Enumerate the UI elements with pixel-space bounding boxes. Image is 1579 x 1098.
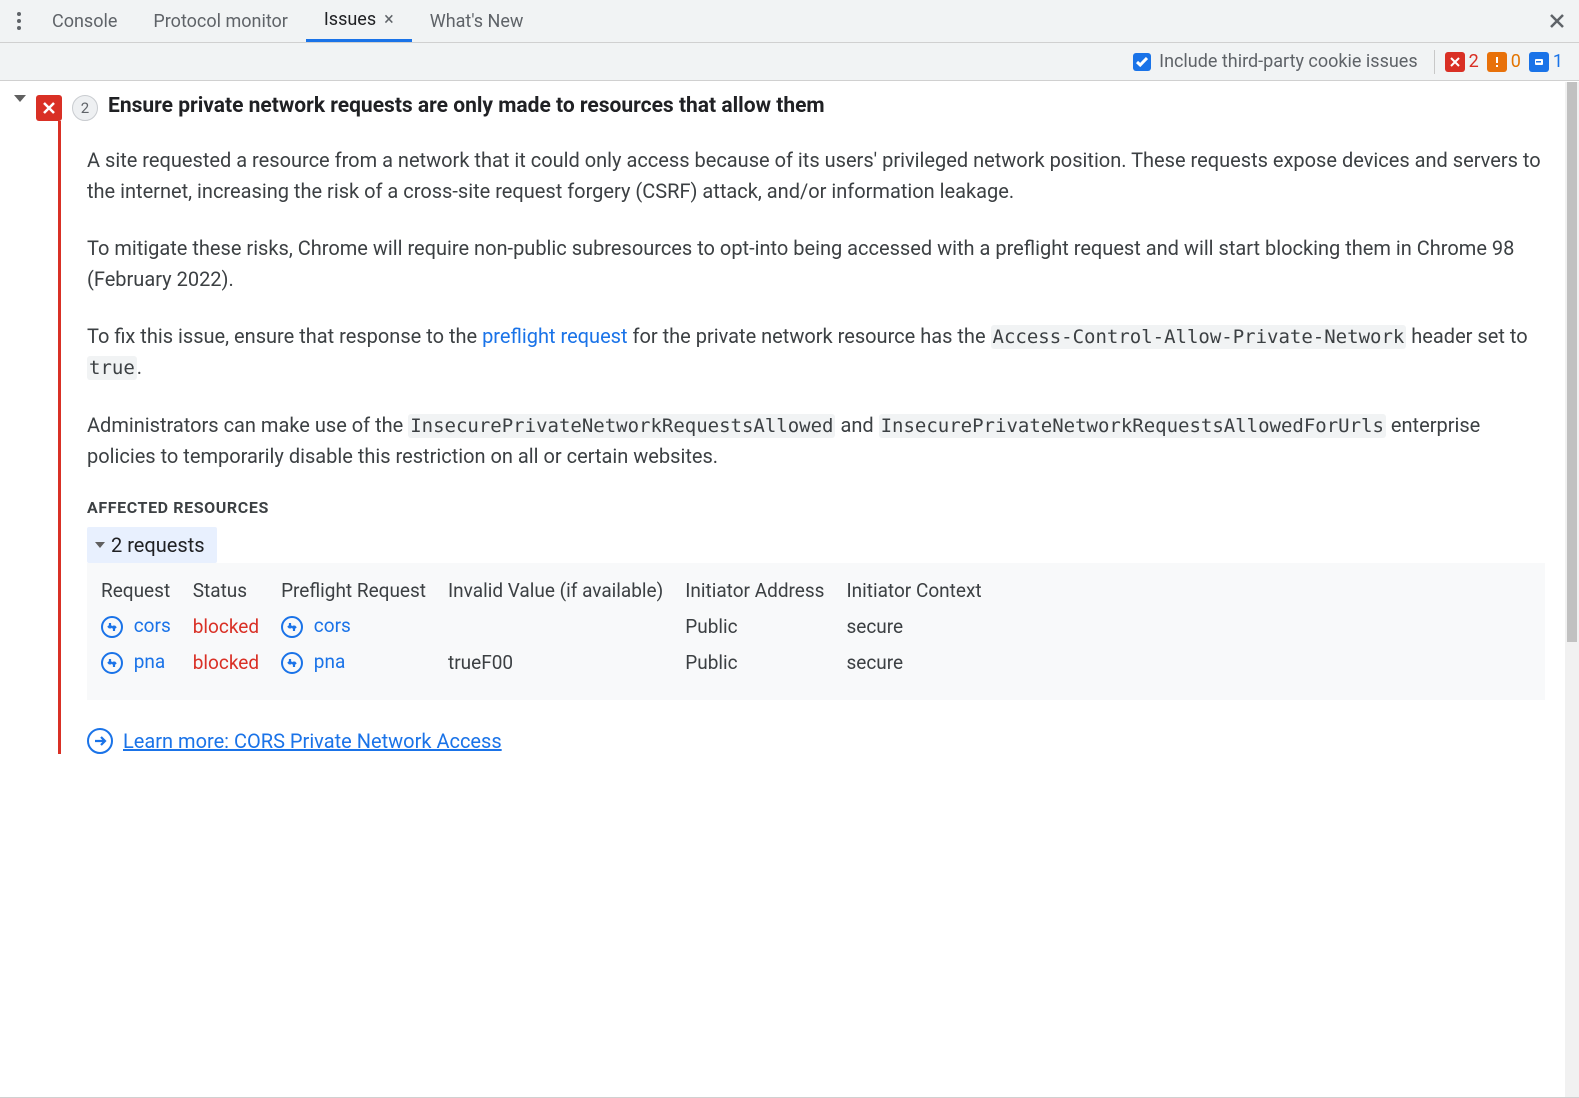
info-count-value: 1 (1553, 51, 1563, 72)
checkbox-checked-icon[interactable] (1133, 53, 1151, 71)
network-request-icon (101, 652, 123, 674)
tab-issues[interactable]: Issues × (306, 0, 412, 42)
affected-resources-label: AFFECTED RESOURCES (87, 498, 1545, 517)
tab-whats-new[interactable]: What's New (412, 0, 542, 42)
col-request: Request (101, 573, 193, 608)
vertical-scrollbar[interactable] (1565, 82, 1579, 1098)
cell-invalid-value: trueF00 (448, 644, 685, 680)
issues-panel: 2 Ensure private network requests are on… (0, 82, 1579, 1098)
status-blocked[interactable]: blocked (193, 615, 259, 638)
tab-label: Protocol monitor (153, 11, 288, 32)
requests-summary-toggle[interactable]: 2 requests (87, 527, 217, 563)
col-invalid: Invalid Value (if available) (448, 573, 685, 608)
tab-label: Issues (324, 9, 376, 30)
issue-title: Ensure private network requests are only… (108, 94, 825, 118)
col-initiator-context: Initiator Context (846, 573, 1003, 608)
col-initiator-address: Initiator Address (685, 573, 846, 608)
code-snippet: Access-Control-Allow-Private-Network (991, 325, 1407, 349)
issue-paragraph: Administrators can make use of the Insec… (87, 410, 1545, 472)
devtools-topbar: Console Protocol monitor Issues × What's… (0, 0, 1579, 43)
issue-paragraph: To fix this issue, ensure that response … (87, 321, 1545, 384)
filter-label: Include third-party cookie issues (1159, 51, 1417, 72)
info-icon (1529, 52, 1549, 72)
table-row: cors blocked cors Public secure (101, 608, 1004, 644)
warning-count[interactable]: 0 (1487, 51, 1521, 72)
third-party-cookie-filter[interactable]: Include third-party cookie issues (1133, 51, 1417, 72)
learn-more-row: Learn more: CORS Private Network Access (87, 728, 1545, 754)
status-blocked[interactable]: blocked (193, 651, 259, 674)
issue-paragraph: A site requested a resource from a netwo… (87, 145, 1545, 207)
disclosure-triangle-icon[interactable] (14, 102, 26, 114)
issues-filter-bar: Include third-party cookie issues 2 0 1 (0, 43, 1579, 81)
tab-label: What's New (430, 11, 524, 32)
cell-initiator-context: secure (846, 644, 1003, 680)
cell-initiator-context: secure (846, 608, 1003, 644)
warning-icon (1487, 52, 1507, 72)
col-preflight: Preflight Request (281, 573, 448, 608)
severity-counters: 2 0 1 (1445, 51, 1563, 72)
error-count[interactable]: 2 (1445, 51, 1479, 72)
network-request-icon (101, 616, 123, 638)
table-header-row: Request Status Preflight Request Invalid… (101, 573, 1004, 608)
issue-body: A site requested a resource from a netwo… (58, 121, 1565, 754)
error-icon (36, 95, 62, 121)
info-count[interactable]: 1 (1529, 51, 1563, 72)
preflight-request-link[interactable]: preflight request (482, 324, 627, 348)
col-status: Status (193, 573, 281, 608)
cell-initiator-address: Public (685, 608, 846, 644)
issues-scroll[interactable]: 2 Ensure private network requests are on… (0, 82, 1565, 1098)
scrollbar-thumb[interactable] (1567, 82, 1577, 642)
table-row: pna blocked pna trueF00 Public secure (101, 644, 1004, 680)
error-icon (1445, 52, 1465, 72)
code-snippet: InsecurePrivateNetworkRequestsAllowed (408, 414, 835, 438)
request-link[interactable]: pna (134, 650, 166, 673)
cell-initiator-address: Public (685, 644, 846, 680)
tab-protocol-monitor[interactable]: Protocol monitor (135, 0, 306, 42)
preflight-link[interactable]: cors (314, 614, 351, 637)
divider (1434, 50, 1435, 74)
close-drawer-button[interactable] (1539, 3, 1575, 39)
disclosure-triangle-icon (95, 542, 105, 548)
learn-more-link[interactable]: Learn more: CORS Private Network Access (123, 729, 502, 753)
drawer-tabbar: Console Protocol monitor Issues × What's… (34, 0, 1539, 42)
tab-console[interactable]: Console (34, 0, 135, 42)
issue-paragraph: To mitigate these risks, Chrome will req… (87, 233, 1545, 295)
issue-header[interactable]: 2 Ensure private network requests are on… (14, 92, 1565, 121)
network-request-icon (281, 616, 303, 638)
code-snippet: true (87, 356, 137, 380)
issue-count-badge: 2 (72, 95, 98, 121)
requests-table: Request Status Preflight Request Invalid… (87, 563, 1545, 700)
arrow-right-circle-icon (87, 728, 113, 754)
requests-summary-text: 2 requests (111, 533, 205, 557)
cell-invalid-value (448, 608, 685, 644)
tab-label: Console (52, 11, 117, 32)
close-icon[interactable]: × (384, 9, 394, 30)
network-request-icon (281, 652, 303, 674)
warning-count-value: 0 (1511, 51, 1521, 72)
code-snippet: InsecurePrivateNetworkRequestsAllowedFor… (879, 414, 1386, 438)
error-count-value: 2 (1469, 51, 1479, 72)
preflight-link[interactable]: pna (314, 650, 346, 673)
request-link[interactable]: cors (134, 614, 171, 637)
more-tools-button[interactable] (4, 6, 34, 36)
